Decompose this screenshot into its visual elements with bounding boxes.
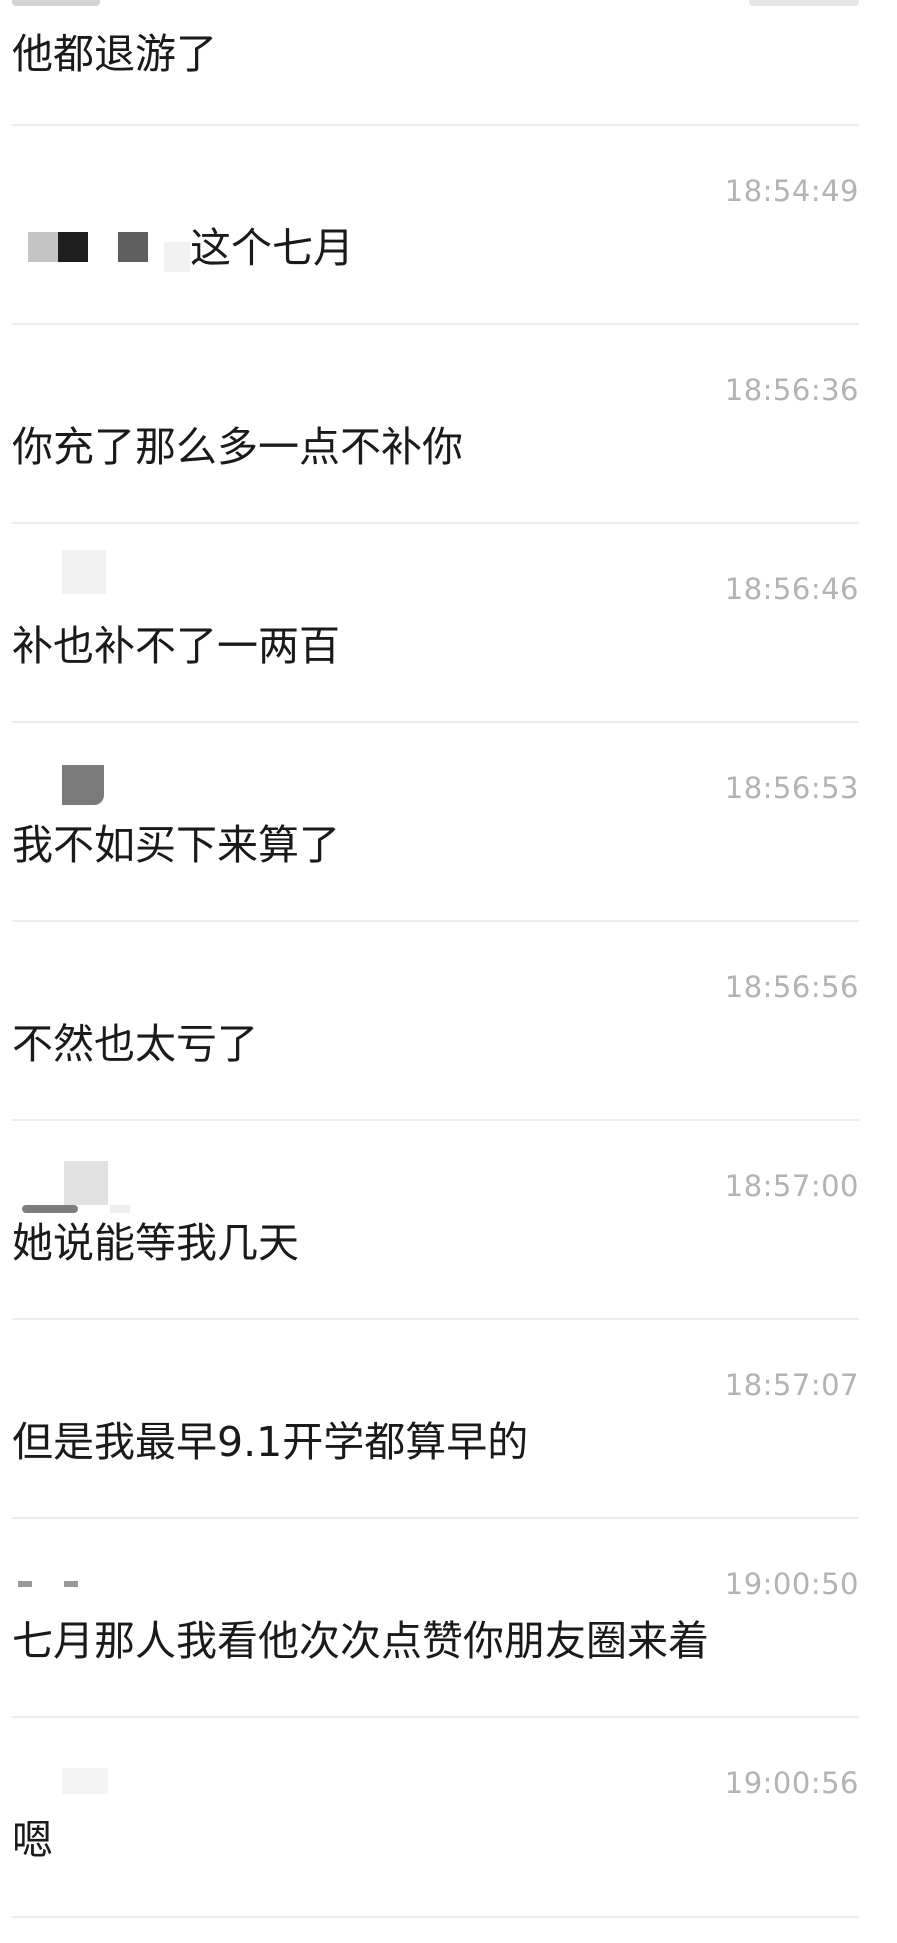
message-timestamp: 18:56:36: [724, 373, 859, 407]
message-item[interactable]: 18:56:56 不然也太亏了: [0, 922, 897, 1121]
message-item[interactable]: 19:00:56 嗯: [0, 1718, 897, 1918]
message-item[interactable]: 他都退游了: [0, 0, 897, 126]
message-item[interactable]: 18:56:36 你充了那么多一点不补你: [0, 325, 897, 524]
redacted-sender: [12, 550, 212, 610]
message-text: 她说能等我几天: [12, 1219, 299, 1267]
redacted-sender: [14, 222, 194, 312]
chat-message-list[interactable]: 他都退游了 18:54:49 这个七月 18:56:36 你充了那么多一点不补你…: [0, 0, 897, 1943]
message-text: 但是我最早9.1开学都算早的: [12, 1418, 529, 1466]
message-timestamp: 18:57:07: [724, 1368, 859, 1402]
message-item[interactable]: 19:00:50 七月那人我看他次次点赞你朋友圈来着: [0, 1519, 897, 1718]
message-timestamp: 18:57:00: [724, 1169, 859, 1203]
message-timestamp: 18:56:46: [724, 572, 859, 606]
message-text: 这个七月: [190, 224, 354, 272]
message-text: 不然也太亏了: [12, 1020, 258, 1068]
message-text: 七月那人我看他次次点赞你朋友圈来着: [12, 1617, 709, 1665]
message-text: 你充了那么多一点不补你: [12, 423, 463, 471]
redacted-sender: [12, 765, 212, 825]
sender-name-redacted: [12, 0, 100, 6]
message-timestamp-cropped: [749, 0, 859, 6]
message-item[interactable]: 18:56:46 补也补不了一两百: [0, 524, 897, 723]
message-timestamp: 19:00:50: [724, 1567, 859, 1601]
divider: [12, 1916, 859, 1918]
redacted-sender: [12, 1161, 212, 1221]
message-text: 嗯: [12, 1816, 53, 1864]
message-timestamp: 18:56:56: [724, 970, 859, 1004]
message-text: 补也补不了一两百: [12, 622, 340, 670]
message-timestamp: 18:54:49: [724, 174, 859, 208]
message-item[interactable]: 18:57:00 她说能等我几天: [0, 1121, 897, 1320]
message-item[interactable]: 18:57:07 但是我最早9.1开学都算早的: [0, 1320, 897, 1519]
message-item[interactable]: 18:54:49 这个七月: [0, 126, 897, 325]
message-item[interactable]: 18:56:53 我不如买下来算了: [0, 723, 897, 922]
message-text: 他都退游了: [12, 30, 217, 78]
message-timestamp: 18:56:53: [724, 771, 859, 805]
message-timestamp: 19:00:56: [724, 1766, 859, 1800]
message-text: 我不如买下来算了: [12, 821, 340, 869]
